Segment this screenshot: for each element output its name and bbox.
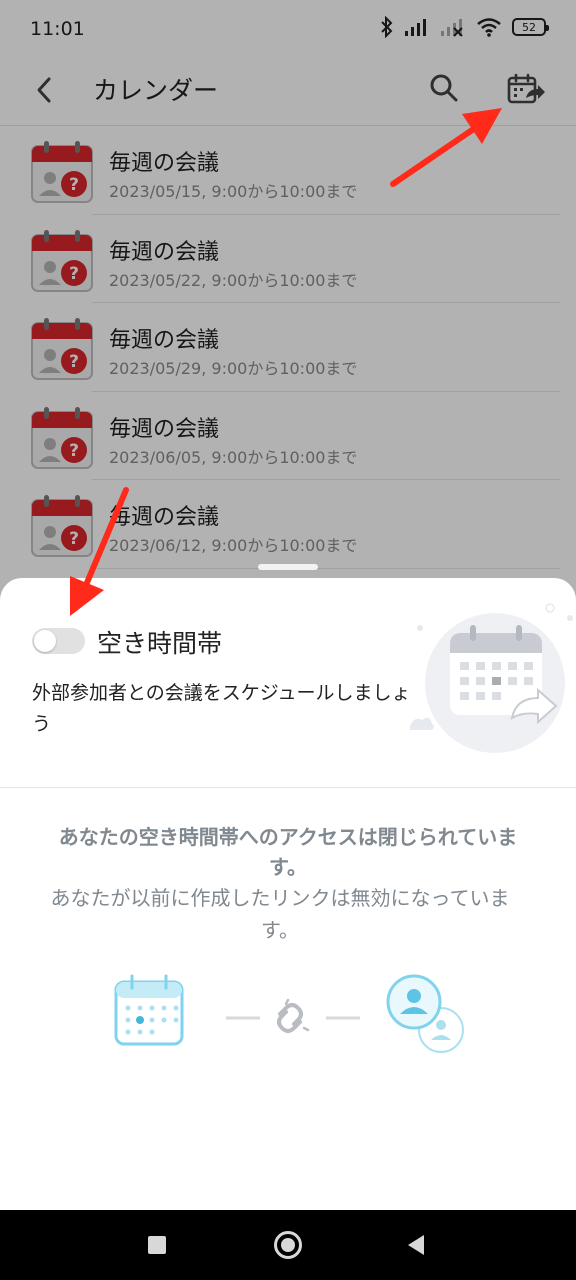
availability-sheet: 空き時間帯 外部参加者との会議をスケジュールしましょう あなたの空き時間帯へのア… — [0, 578, 576, 1210]
system-nav-bar — [0, 1210, 576, 1280]
sheet-divider — [0, 787, 576, 788]
availability-toggle[interactable] — [32, 628, 85, 654]
sheet-drag-handle[interactable] — [258, 564, 318, 570]
access-closed-description: あなたが以前に作成したリンクは無効になっています。 — [50, 886, 510, 942]
availability-toggle-label: 空き時間帯 — [97, 629, 223, 658]
availability-description: 外部参加者との会議をスケジュールしましょう — [32, 682, 411, 735]
system-back-button[interactable] — [408, 1235, 424, 1255]
recents-button[interactable] — [148, 1236, 166, 1254]
access-closed-title: あなたの空き時間帯へのアクセスは閉じられています。 — [58, 825, 518, 879]
calendar-share-illustration — [410, 603, 573, 753]
broken-link-illustration — [114, 974, 464, 1053]
toggle-knob — [34, 630, 56, 652]
home-button[interactable] — [274, 1231, 302, 1259]
